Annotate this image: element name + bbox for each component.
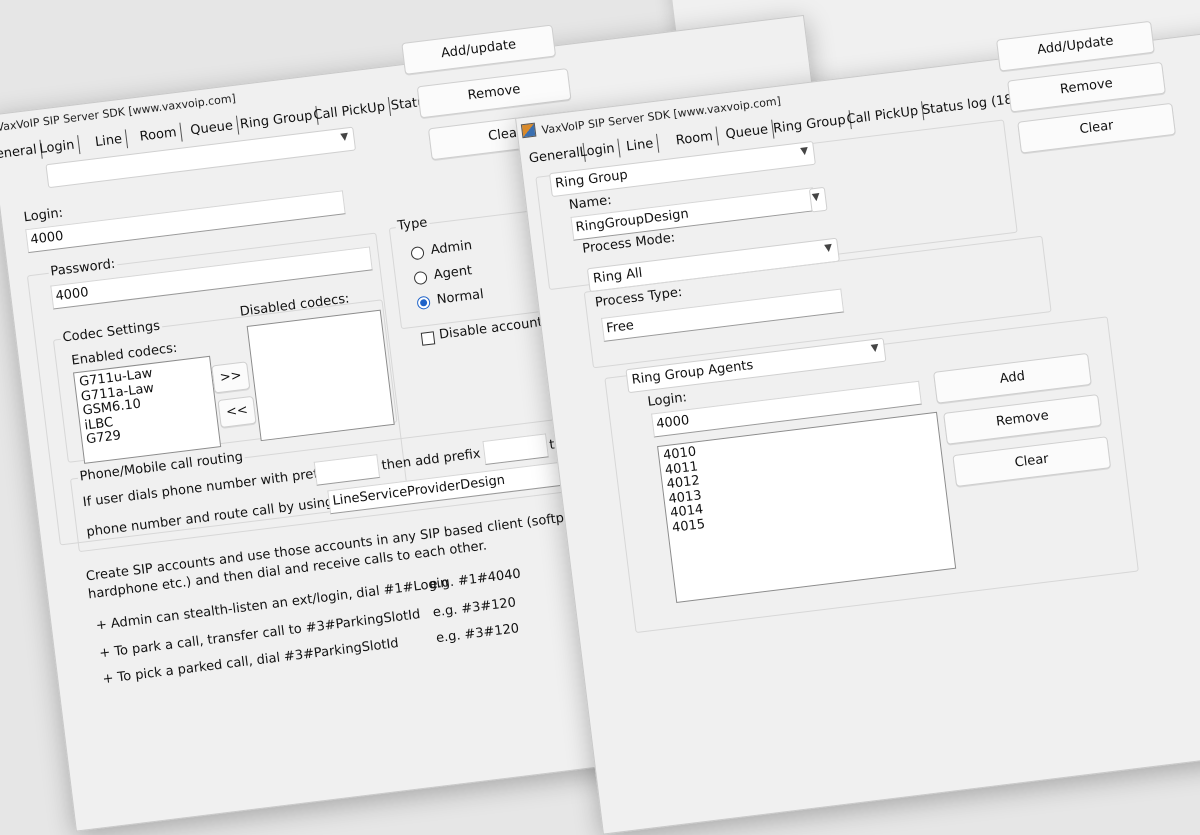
tab-room[interactable]: Room <box>136 122 183 147</box>
chevron-down-icon: ▼ <box>870 342 880 355</box>
front-window: VaxVoIP SIP Server SDK [www.vaxvoip.com]… <box>515 20 1200 835</box>
disable-account-checkbox[interactable] <box>420 331 436 346</box>
tab-line[interactable]: Line <box>92 129 129 153</box>
tab-room[interactable]: Room <box>672 126 719 151</box>
chevron-down-icon: ▼ <box>811 191 821 204</box>
enabled-codecs-list[interactable]: G711u-Law G711a-Law GSM6.10 iLBC G729 <box>73 355 222 464</box>
tab-queue[interactable]: Queue <box>187 115 239 141</box>
move-right-button[interactable]: >> <box>211 361 251 394</box>
tip-1-example: e.g. #1#4040 <box>428 566 522 593</box>
chevron-down-icon: ▼ <box>340 131 350 144</box>
name-dropdown[interactable]: ▼ <box>808 186 828 213</box>
clear-button[interactable]: Clear <box>1017 102 1176 154</box>
tab-ring-group[interactable]: Ring Group <box>236 105 319 135</box>
tab-login[interactable]: Login <box>36 135 81 160</box>
tip-2-example: e.g. #3#120 <box>432 595 517 621</box>
ring-group-label: Ring Group <box>554 167 629 192</box>
tab-call-pickup[interactable]: Call PickUp <box>310 97 392 126</box>
tab-line[interactable]: Line <box>623 133 660 157</box>
tab-login[interactable]: Login <box>576 138 621 163</box>
tip-3-example: e.g. #3#120 <box>435 621 520 647</box>
remove-button[interactable]: Remove <box>1007 61 1166 113</box>
tab-queue[interactable]: Queue <box>722 119 775 145</box>
remove-button[interactable]: Remove <box>416 68 572 119</box>
tab-ring-group[interactable]: Ring Group <box>770 110 852 139</box>
chevron-down-icon: ▼ <box>799 145 809 158</box>
chevron-down-icon: ▼ <box>823 242 833 255</box>
add-update-button[interactable]: Add/update <box>401 24 557 75</box>
disabled-codecs-list[interactable] <box>246 309 395 442</box>
process-mode-value: Ring All <box>592 265 644 287</box>
tab-call-pickup[interactable]: Call PickUp <box>843 101 925 130</box>
app-icon <box>520 122 537 139</box>
move-left-button[interactable]: << <box>217 395 257 428</box>
login-label: Login: <box>22 205 64 226</box>
